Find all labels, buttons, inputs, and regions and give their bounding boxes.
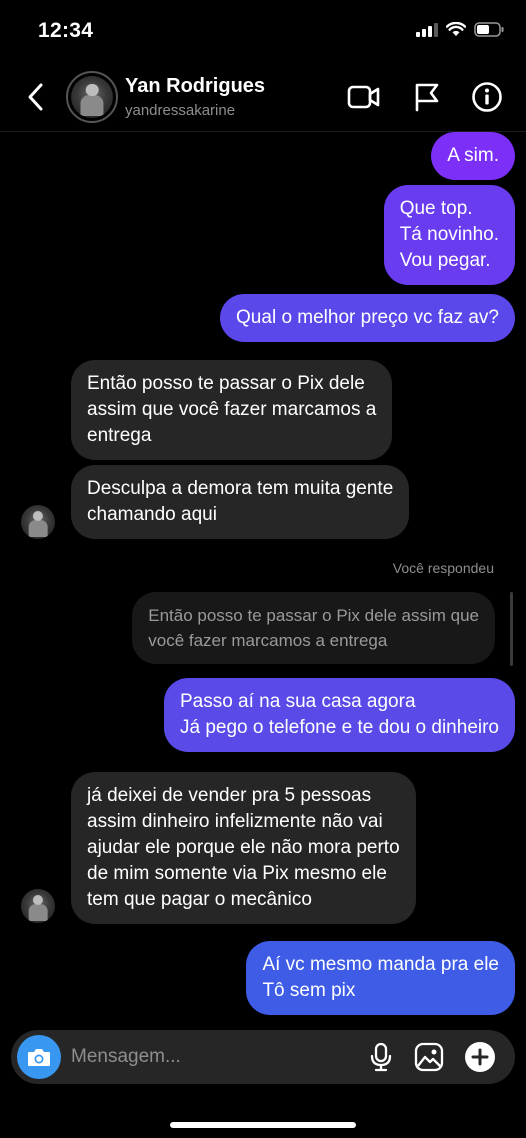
video-call-button[interactable] [347, 80, 381, 114]
message-text: Qual o melhor preço vc faz av? [236, 307, 499, 328]
back-button[interactable] [20, 78, 50, 116]
status-time: 12:34 [38, 19, 94, 42]
message-bubble-outgoing[interactable]: Aí vc mesmo manda pra ele Tô sem pix [246, 941, 515, 1015]
message-text: tem que pagar o mecânico [87, 889, 312, 910]
chat-header: Yan Rodrigues yandressakarine [0, 62, 526, 132]
message-text: Vou pegar. [399, 250, 491, 271]
sender-avatar[interactable] [21, 889, 55, 923]
contact-username: yandressakarine [125, 102, 236, 119]
info-button[interactable] [470, 80, 504, 114]
gallery-icon [414, 1042, 444, 1072]
message-input[interactable] [71, 1041, 341, 1073]
message-text: assim dinheiro infelizmente não vai [87, 811, 383, 832]
signal-icon [416, 22, 438, 42]
message-text: A sim. [447, 145, 499, 166]
message-bubble-outgoing[interactable]: Qual o melhor preço vc faz av? [220, 294, 515, 342]
add-icon [465, 1042, 495, 1072]
camera-icon [28, 1049, 50, 1066]
contact-avatar[interactable] [66, 71, 118, 123]
message-text: entrega [87, 425, 152, 446]
quoted-message[interactable]: Então posso te passar o Pix dele assim q… [132, 592, 495, 664]
message-text: chamando aqui [87, 504, 217, 525]
message-bubble-incoming[interactable]: já deixei de vender pra 5 pessoas assim … [71, 772, 416, 924]
wifi-icon [445, 21, 467, 42]
status-bar: 12:34 [0, 0, 526, 62]
camera-button[interactable] [17, 1035, 61, 1079]
quoted-text: Então posso te passar o Pix dele assim q… [148, 606, 479, 625]
message-text: Já pego o telefone e te dou o dinheiro [179, 717, 499, 738]
message-bubble-incoming[interactable]: Então posso te passar o Pix dele assim q… [71, 360, 393, 460]
quoted-text: você fazer marcamos a entrega [148, 631, 388, 650]
message-text: assim que você fazer marcamos a [87, 399, 377, 420]
gallery-button[interactable] [412, 1040, 446, 1074]
message-text: Desculpa a demora tem muita gente [87, 478, 394, 499]
message-text: Tô sem pix [262, 980, 356, 1001]
message-composer [11, 1030, 515, 1084]
back-chevron-icon [28, 83, 43, 111]
message-text: já deixei de vender pra 5 pessoas [87, 785, 372, 806]
message-text: Então posso te passar o Pix dele [87, 373, 365, 394]
message-text: de mim somente via Pix mesmo ele [87, 863, 387, 884]
report-button[interactable] [410, 80, 444, 114]
message-text: Tá novinho. [399, 224, 499, 245]
status-icons [416, 21, 504, 42]
replied-label: Você respondeu [392, 560, 494, 576]
message-text: Que top. [399, 198, 473, 219]
microphone-icon [370, 1042, 392, 1072]
sender-avatar[interactable] [21, 505, 55, 539]
video-call-icon [347, 85, 380, 109]
voice-message-button[interactable] [364, 1040, 398, 1074]
reply-indicator-line [510, 592, 513, 666]
message-bubble-incoming[interactable]: Desculpa a demora tem muita gente chaman… [71, 465, 410, 539]
battery-icon [474, 22, 504, 42]
home-indicator[interactable] [170, 1122, 356, 1128]
more-actions-button[interactable] [463, 1040, 497, 1074]
message-text: ajudar ele porque ele não mora perto [87, 837, 400, 858]
message-bubble-outgoing[interactable]: A sim. [431, 132, 515, 180]
message-text: Aí vc mesmo manda pra ele [262, 954, 499, 975]
flag-icon [415, 83, 439, 112]
contact-name[interactable]: Yan Rodrigues [125, 75, 265, 98]
message-bubble-outgoing[interactable]: Que top. Tá novinho. Vou pegar. [383, 185, 515, 285]
info-icon [472, 82, 502, 112]
message-text: Passo aí na sua casa agora [179, 691, 416, 712]
message-bubble-outgoing[interactable]: Passo aí na sua casa agora Já pego o tel… [163, 678, 515, 752]
